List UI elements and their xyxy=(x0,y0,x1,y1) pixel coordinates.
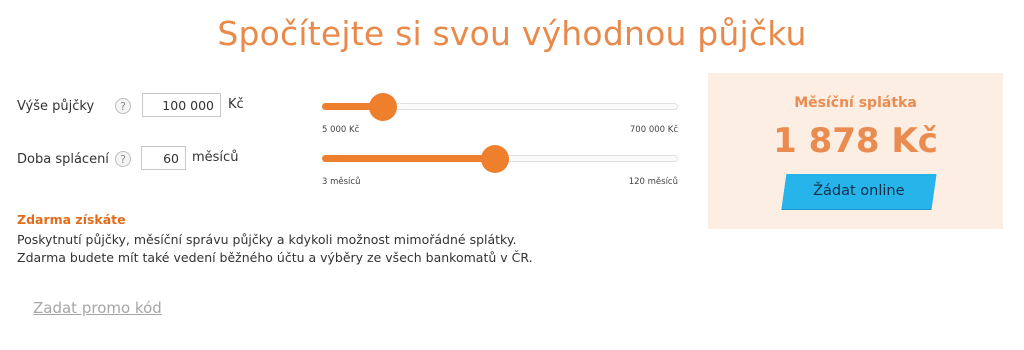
duration-label: Doba splácení xyxy=(17,151,109,167)
amount-help-icon[interactable]: ? xyxy=(115,98,131,114)
promo-code-link[interactable]: Zadat promo kód xyxy=(33,299,162,317)
duration-row: Doba splácení xyxy=(17,146,109,172)
amount-row: Výše půjčky xyxy=(17,93,94,119)
monthly-payment-box: Měsíční splátka 1 878 Kč Žádat online xyxy=(708,73,1003,229)
amount-input[interactable] xyxy=(142,93,221,117)
free-title: Zdarma získáte xyxy=(17,212,126,227)
amount-min-label: 5 000 Kč xyxy=(322,125,360,135)
amount-unit: Kč xyxy=(228,97,244,112)
apply-online-button-label: Žádat online xyxy=(813,183,905,199)
duration-min-label: 3 měsíců xyxy=(322,177,361,187)
page-title: Spočítejte si svou výhodnou půjčku xyxy=(217,14,807,53)
free-text-line2: Zdarma budete mít také vedení běžného úč… xyxy=(17,250,533,265)
amount-slider[interactable] xyxy=(322,93,678,123)
monthly-payment-label: Měsíční splátka xyxy=(794,95,917,111)
duration-help-icon[interactable]: ? xyxy=(115,151,131,167)
monthly-payment-value: 1 878 Kč xyxy=(773,121,938,161)
duration-input[interactable] xyxy=(141,146,186,170)
amount-slider-handle[interactable] xyxy=(369,93,397,121)
duration-unit: měsíců xyxy=(192,150,239,165)
duration-slider-fill xyxy=(322,155,495,162)
duration-max-label: 120 měsíců xyxy=(628,177,678,187)
duration-slider-handle[interactable] xyxy=(481,145,509,173)
amount-label: Výše půjčky xyxy=(17,98,95,114)
duration-slider[interactable] xyxy=(322,145,678,175)
apply-online-button[interactable]: Žádat online xyxy=(781,174,937,209)
free-text-line1: Poskytnutí půjčky, měsíční správu půjčky… xyxy=(17,232,517,247)
amount-max-label: 700 000 Kč xyxy=(629,125,678,135)
